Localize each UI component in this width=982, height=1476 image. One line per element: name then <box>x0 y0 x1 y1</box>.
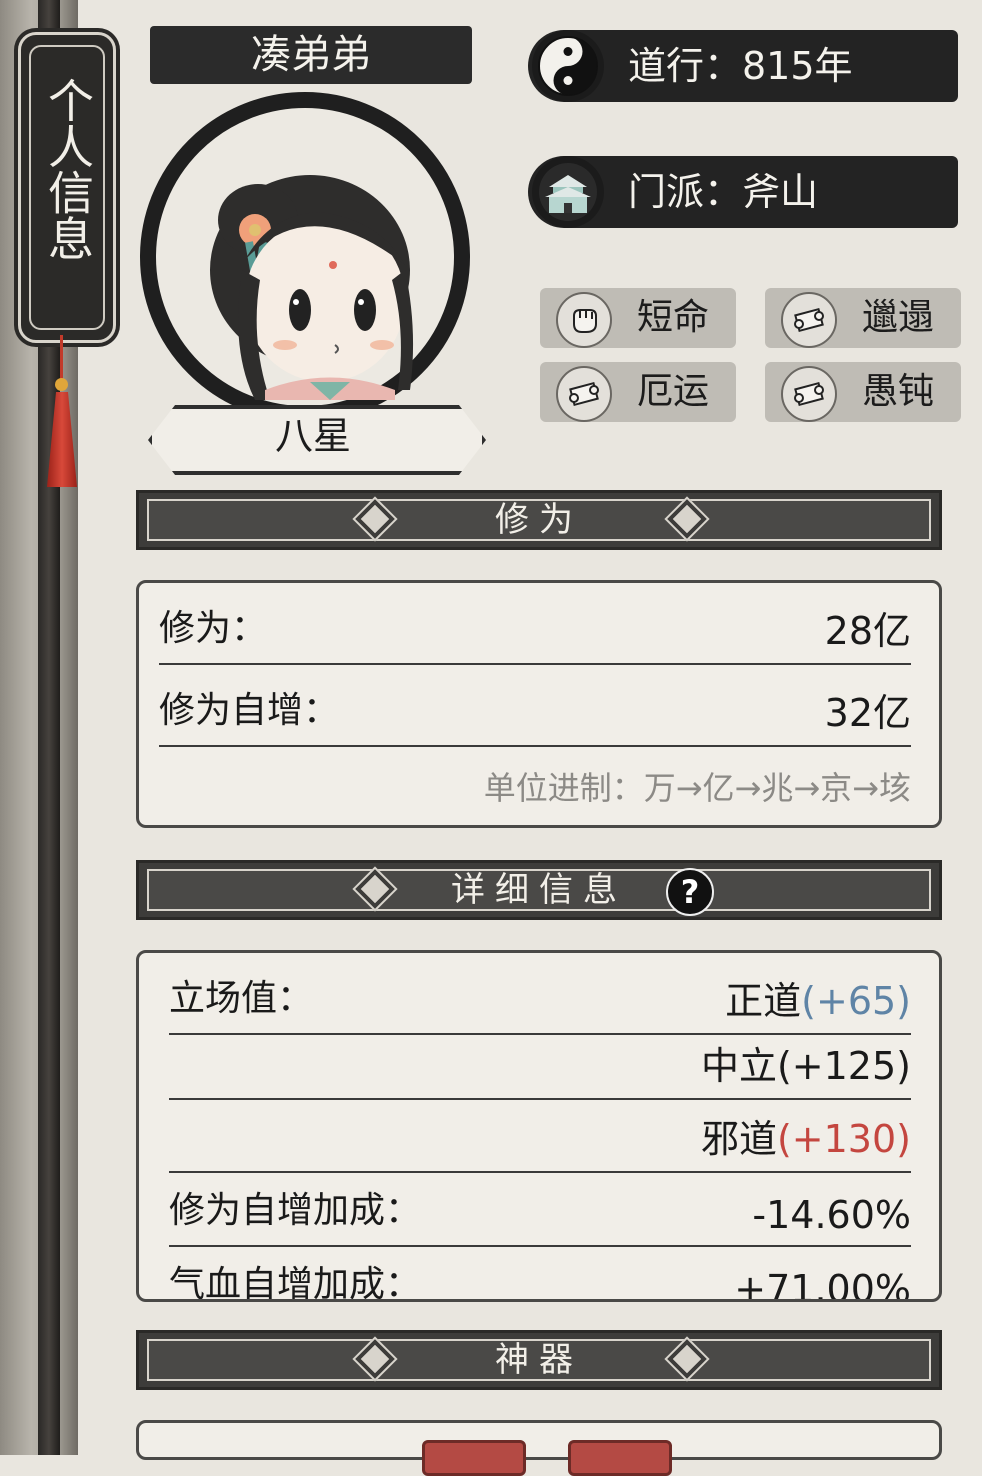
unit-note: 单位进制：万→亿→兆→京→垓 <box>483 769 911 807</box>
trait-label: 愚钝 <box>861 371 934 412</box>
stat-row: 修为自增： 32亿 <box>159 665 911 747</box>
trait-label: 厄运 <box>636 371 709 412</box>
stat-value: 32亿 <box>824 691 911 735</box>
trait-button-4[interactable]: 愚钝 <box>765 362 961 422</box>
stat-value: +71.00% <box>734 1267 911 1302</box>
stance-evil: 邪道(+130) <box>701 1108 911 1163</box>
section-title: 神器 <box>495 1340 583 1380</box>
stance-name: 正道 <box>725 979 802 1023</box>
section-title: 修为 <box>495 500 583 540</box>
trait-label: 短命 <box>636 297 709 338</box>
yin-yang-icon <box>532 30 604 102</box>
cultivation-header: 修为 <box>136 490 942 550</box>
stance-row: 邪道(+130) <box>169 1099 911 1173</box>
stat-row: 气血自增加成： +71.00% <box>169 1247 911 1302</box>
artifact-slot-2[interactable] <box>568 1440 672 1476</box>
stance-row: 立场值： 正道(+65) <box>169 953 911 1035</box>
cultivation-panel: 修为： 28亿 修为自增： 32亿 单位进制：万→亿→兆→京→垓 <box>136 580 942 828</box>
scroll-icon <box>781 366 837 422</box>
daoxing-value: 道行：815年 <box>628 44 853 88</box>
stat-label: 修为自增加成： <box>169 1190 422 1231</box>
stance-value: (+125) <box>776 1044 911 1088</box>
stat-value: 28亿 <box>824 609 911 653</box>
details-header: 详细信息 ? <box>136 860 942 920</box>
stance-name: 邪道 <box>700 1117 777 1161</box>
trait-label: 邋遢 <box>861 297 934 338</box>
stat-row: 修为自增加成： -14.60% <box>169 1173 911 1247</box>
artifact-slot-1[interactable] <box>422 1440 526 1476</box>
stance-value: (+65) <box>801 979 911 1023</box>
rank-label: 八星 <box>274 414 351 458</box>
character-name[interactable]: 凑弟弟 <box>150 26 472 84</box>
trait-button-1[interactable]: 短命 <box>540 288 736 348</box>
section-title: 详细信息 <box>451 870 627 910</box>
scroll-icon <box>556 366 612 422</box>
stance-name: 中立 <box>700 1044 777 1088</box>
stat-value: -14.60% <box>752 1193 911 1237</box>
sect-value: 门派：斧山 <box>628 170 819 214</box>
trait-button-2[interactable]: 邋遢 <box>765 288 961 348</box>
side-tab-title: 个人信息 <box>41 77 95 261</box>
stance-label: 立场值： <box>169 978 314 1019</box>
stance-value: (+130) <box>776 1117 911 1161</box>
character-avatar[interactable] <box>160 150 440 400</box>
temple-icon <box>532 156 604 228</box>
stat-label: 修为自增： <box>159 690 340 731</box>
artifact-header: 神器 <box>136 1330 942 1390</box>
scroll-icon <box>781 292 837 348</box>
trait-button-3[interactable]: 厄运 <box>540 362 736 422</box>
stance-righteous: 正道(+65) <box>725 970 911 1025</box>
artifact-panel <box>136 1420 942 1460</box>
details-panel: 立场值： 正道(+65) 中立(+125) 邪道(+130) 修为自增加成： -… <box>136 950 942 1302</box>
stance-neutral: 中立(+125) <box>701 1035 911 1090</box>
help-button[interactable]: ? <box>666 868 714 916</box>
stat-label: 气血自增加成： <box>169 1264 422 1302</box>
stance-row: 中立(+125) <box>169 1026 911 1100</box>
stat-row: 修为： 28亿 <box>159 583 911 665</box>
stat-label: 修为： <box>159 608 268 649</box>
side-tab-profile[interactable]: 个人信息 <box>18 32 116 343</box>
tassel-bead <box>55 378 68 391</box>
fist-icon <box>556 292 612 348</box>
